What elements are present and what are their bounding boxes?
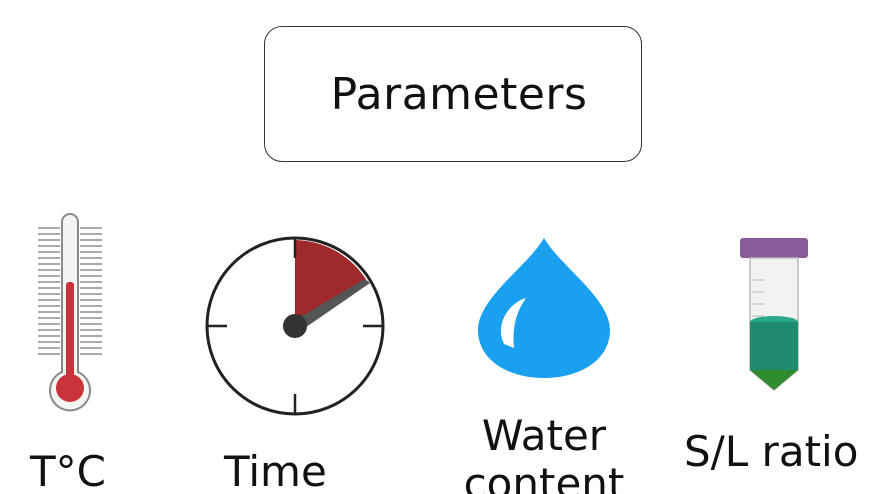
label-sl-ratio: S/L ratio	[684, 427, 859, 476]
timer-icon	[205, 236, 385, 416]
test-tube-icon	[740, 238, 808, 391]
title-box: Parameters	[264, 26, 642, 162]
thermometer-icon	[38, 213, 102, 412]
title: Parameters	[330, 68, 588, 120]
label-time: Time	[224, 447, 327, 494]
label-water-content: Water content	[463, 411, 625, 494]
label-temperature: T°C	[30, 447, 106, 494]
water-drop-icon	[478, 238, 610, 378]
parameters-diagram: Parameters T°C Time Water content S/L ra…	[0, 0, 870, 494]
